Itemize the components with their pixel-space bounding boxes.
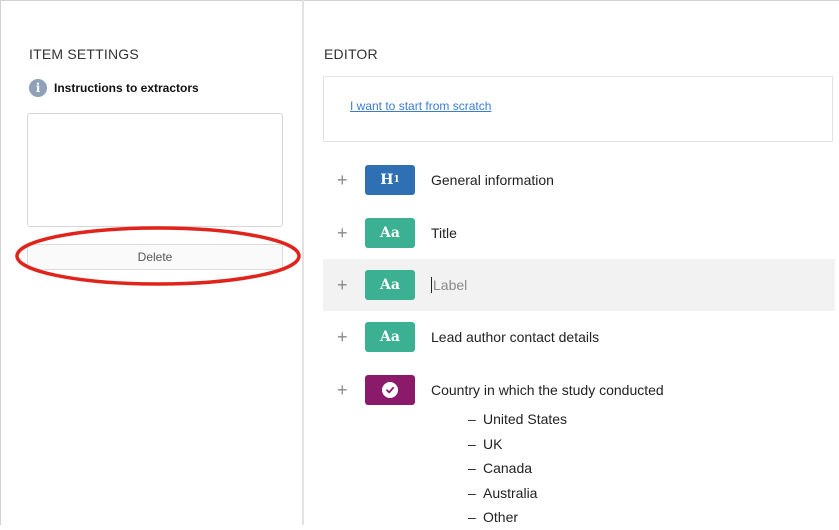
list-item: – United States <box>468 411 568 428</box>
list-item: – Canada <box>468 460 533 477</box>
label-input[interactable]: Label <box>431 277 467 293</box>
text-type-icon: Aa <box>365 270 415 300</box>
plus-icon[interactable]: + <box>323 275 365 296</box>
plus-icon[interactable]: + <box>323 327 365 348</box>
row-label: Country in which the study conducted <box>431 382 664 398</box>
list-item: – Australia <box>468 484 538 501</box>
delete-button[interactable]: Delete <box>27 244 283 270</box>
info-icon: i <box>29 79 47 97</box>
start-from-scratch-link[interactable]: I want to start from scratch <box>350 99 491 113</box>
editor-row-label-input[interactable]: + Aa Label <box>323 259 835 311</box>
row-label: General information <box>431 172 554 188</box>
list-item: – Other <box>468 509 519 526</box>
choice-type-chip <box>365 375 415 405</box>
row-label: Title <box>431 225 457 241</box>
instructions-header: i Instructions to extractors <box>29 79 199 97</box>
text-type-icon: Aa <box>365 322 415 352</box>
item-settings-title: ITEM SETTINGS <box>29 46 139 62</box>
plus-icon[interactable]: + <box>323 223 365 244</box>
text-caret <box>431 277 432 293</box>
start-from-scratch-box: I want to start from scratch <box>323 76 833 142</box>
checkmark-circle-icon <box>382 382 398 398</box>
editor-row-country[interactable]: + Country in which the study conducted <box>323 364 835 416</box>
panel-divider <box>302 0 304 525</box>
country-options-list: – United States – UK – Canada – Australia – O… <box>468 407 567 530</box>
editor-row-general-information[interactable]: + H1 General information <box>323 154 835 206</box>
text-type-icon: Aa <box>365 218 415 248</box>
editor-title: EDITOR <box>324 46 378 62</box>
list-item: – UK <box>468 435 503 452</box>
heading-type-icon: H1 <box>365 165 415 195</box>
instructions-textarea[interactable] <box>27 113 283 227</box>
instructions-label: Instructions to extractors <box>54 81 199 95</box>
editor-row-title[interactable]: + Aa Title <box>323 207 835 259</box>
label-placeholder: Label <box>433 277 468 293</box>
window-top-border <box>0 0 839 1</box>
plus-icon[interactable]: + <box>323 380 365 401</box>
editor-row-lead-author-contact[interactable]: + Aa Lead author contact details <box>323 311 835 363</box>
row-label: Lead author contact details <box>431 329 600 345</box>
plus-icon[interactable]: + <box>323 170 365 191</box>
window-left-border <box>0 0 1 525</box>
